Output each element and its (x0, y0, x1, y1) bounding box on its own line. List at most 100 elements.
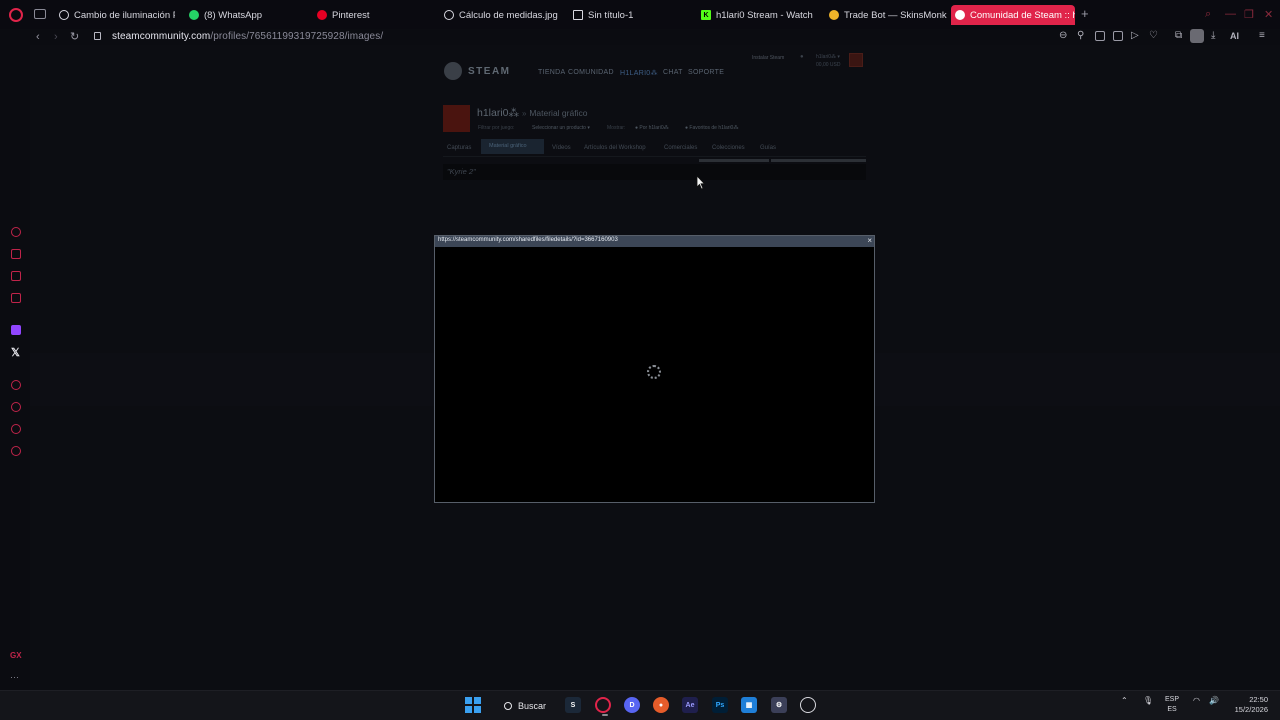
player-sidebar-icon[interactable] (11, 380, 21, 390)
extensions-icon[interactable]: ⧉ (1175, 30, 1182, 42)
x-twitter-icon[interactable]: 𝕏 (11, 346, 20, 359)
game-filter-select[interactable]: Seleccionar un producto ▾ (532, 125, 590, 131)
nav-soporte[interactable]: SOPORTE (688, 69, 724, 76)
subtab-videos[interactable]: Vídeos (552, 145, 571, 151)
browser-tab-strip: Cambio de iluminación Ph (8) WhatsApp Pi… (0, 0, 1280, 29)
photoshop-app-icon[interactable]: Ps (712, 697, 728, 713)
language-indicator[interactable]: ESP ES (1165, 695, 1179, 715)
minimize-button[interactable]: — (1225, 8, 1236, 20)
tab-1[interactable]: Cambio de iluminación Ph (55, 5, 175, 25)
subtab-workshop[interactable]: Artículos del Workshop (584, 145, 646, 151)
restore-button[interactable]: ❐ (1244, 8, 1254, 21)
subtab-colecciones[interactable]: Colecciones (712, 145, 745, 151)
subtab-guias[interactable]: Guías (760, 145, 776, 151)
settings-app-icon[interactable]: ⚙ (771, 697, 787, 713)
notifications-icon[interactable]: ● (800, 54, 804, 60)
nav-comunidad[interactable]: COMUNIDAD (568, 69, 614, 76)
aria-ai-button[interactable]: AI (1230, 30, 1239, 42)
kick-icon: K (701, 10, 711, 20)
url-field[interactable]: steamcommunity.com/profiles/765611993197… (112, 31, 383, 42)
subtab-material-grafico[interactable]: Material gráfico (481, 139, 544, 154)
search-tabs-icon[interactable]: ⌕ (1205, 8, 1211, 21)
nav-tienda[interactable]: TIENDA (538, 69, 565, 76)
taskbar-search[interactable]: Buscar (498, 695, 556, 716)
gx-icon[interactable]: GX (10, 651, 22, 660)
snapshot-icon[interactable] (1095, 31, 1105, 41)
account-avatar[interactable] (849, 53, 863, 67)
document-icon (573, 10, 583, 20)
messenger-icon[interactable] (11, 293, 21, 303)
artwork-item[interactable]: "Kyrie 2" (443, 164, 866, 180)
modal-close-button[interactable]: × (867, 236, 872, 246)
search-label: Buscar (518, 700, 547, 711)
show-favorites-radio[interactable]: ● Favoritos de h1lari0⁂ (685, 125, 738, 131)
windows-taskbar: Buscar S D ● Ae Ps ▦ ⚙ ⌃ 🎙 ESP ES ◠ 🔊 22:… (0, 690, 1280, 720)
volume-icon[interactable]: 🔊 (1209, 696, 1219, 705)
windows-start-icon[interactable] (465, 697, 481, 713)
steam-logo[interactable]: STEAM (444, 62, 511, 80)
install-steam-button[interactable]: Instalar Steam (752, 55, 784, 61)
microphone-app-icon[interactable]: ● (653, 697, 669, 713)
close-window-button[interactable]: ✕ (1264, 8, 1273, 21)
profile-name[interactable]: h1lari0⁂ (477, 107, 519, 119)
show-label: Mostrar: (607, 125, 626, 131)
download-icon[interactable]: ⤓ (1211, 30, 1215, 42)
tab-3[interactable]: Pinterest (313, 5, 423, 25)
profile-avatar-large[interactable] (443, 105, 470, 132)
tab-6[interactable]: K h1lari0 Stream - Watch Li (697, 5, 815, 25)
after-effects-app-icon[interactable]: Ae (682, 697, 698, 713)
wifi-icon[interactable]: ◠ (1193, 696, 1200, 705)
forward-button[interactable]: › (54, 30, 58, 44)
grid-toggle-bar[interactable] (699, 159, 769, 162)
tab-2[interactable]: (8) WhatsApp (185, 5, 295, 25)
easy-setup-icon[interactable]: ≡ (1259, 30, 1265, 42)
new-tab-button[interactable]: + (1081, 7, 1089, 20)
aria-icon[interactable] (11, 227, 21, 237)
opera-gx-app-icon[interactable] (595, 697, 611, 716)
nav-chat[interactable]: CHAT (663, 69, 683, 76)
player-icon[interactable]: ▷ (1131, 30, 1139, 42)
gx-corner-icon[interactable] (11, 271, 21, 281)
subtab-comerciales[interactable]: Comerciales (664, 145, 697, 151)
profile-avatar[interactable] (1190, 29, 1204, 43)
zoom-icon[interactable]: ⊖ (1059, 30, 1067, 42)
account-menu[interactable]: h1lari0⁂ ▾ 00,00 USD (816, 53, 840, 69)
crypto-wallet-icon[interactable] (11, 249, 21, 259)
heart-icon[interactable]: ♡ (1149, 30, 1158, 42)
tab-menu-icon[interactable] (34, 9, 46, 19)
show-by-user-radio[interactable]: ● Por h1lari0⁂ (635, 125, 669, 131)
more-icon[interactable]: ··· (10, 672, 19, 682)
reload-button[interactable]: ↻ (70, 30, 79, 44)
tab-7[interactable]: Trade Bot — SkinsMonkey (825, 5, 947, 25)
modal-url[interactable]: https://steamcommunity.com/sharedfiles/f… (438, 237, 618, 243)
opera-menu-icon[interactable] (9, 8, 23, 22)
history-icon[interactable] (11, 402, 21, 412)
clock[interactable]: 22:50 15/2/2026 (1228, 695, 1268, 715)
obs-app-icon[interactable] (800, 697, 816, 713)
microphone-tray-icon[interactable]: 🎙 (1143, 696, 1153, 705)
tab-8-active[interactable]: Comunidad de Steam :: h1 (951, 5, 1075, 25)
steam-app-icon[interactable]: S (565, 697, 581, 713)
subtab-capturas[interactable]: Capturas (447, 145, 471, 151)
settings-icon[interactable] (11, 446, 21, 456)
back-button[interactable]: ‹ (36, 30, 40, 44)
grid-toggle-bar[interactable] (771, 159, 866, 162)
extensions-sidebar-icon[interactable] (11, 424, 21, 434)
discord-app-icon[interactable]: D (624, 697, 640, 713)
tab-label: Sin título-1 (588, 9, 634, 21)
tab-5[interactable]: Sin título-1 (569, 5, 679, 25)
filter-label: Filtrar por juego: (478, 125, 515, 131)
lock-icon[interactable] (94, 32, 101, 40)
steam-logo-icon (444, 62, 462, 80)
profile-breadcrumb: h1lari0⁂ » Material gráfico (477, 107, 587, 119)
tab-label: Trade Bot — SkinsMonkey (844, 9, 947, 21)
tab-4[interactable]: Cálculo de medidas.jpg (440, 5, 560, 25)
openai-icon (444, 10, 454, 20)
store-app-icon[interactable]: ▦ (741, 697, 757, 713)
adblock-icon[interactable] (1113, 31, 1123, 41)
nav-profile[interactable]: H1LARI0⁂ (620, 69, 658, 77)
twitch-icon[interactable] (11, 325, 21, 335)
chevron-up-icon[interactable]: ⌃ (1121, 696, 1128, 705)
pin-icon[interactable]: ⚲ (1077, 30, 1084, 42)
divider (443, 156, 866, 157)
